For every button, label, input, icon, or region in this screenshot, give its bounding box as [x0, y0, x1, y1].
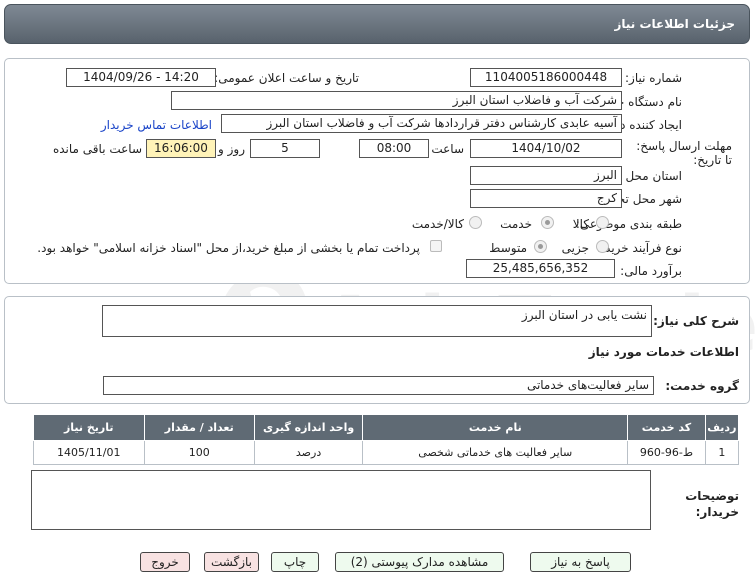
deadline-time-label: ساعت [431, 142, 464, 156]
purchase-medium-label: متوسط [489, 241, 527, 255]
need-number-field: 1104005186000448 [470, 68, 622, 87]
category-both-label: کالا/خدمت [411, 217, 464, 231]
cell-unit: درصد [253, 440, 364, 465]
description-textarea[interactable]: نشت یابی در استان البرز [102, 305, 652, 337]
reply-button[interactable]: پاسخ به نیاز [530, 552, 631, 572]
category-service-label: خدمت [500, 217, 532, 231]
description-label: شرح کلی نیاز: [653, 314, 739, 328]
purchase-medium-radio[interactable] [534, 240, 547, 253]
deadline-time-field: 08:00 [359, 139, 429, 158]
cell-date: 1405/11/01 [33, 440, 145, 465]
category-goods-radio[interactable] [596, 216, 609, 229]
print-button[interactable]: چاپ [271, 552, 319, 572]
col-unit: واحد اندازه گیری [253, 414, 364, 441]
col-row: ردیف [704, 414, 740, 441]
remaining-time-field: 16:06:00 [146, 139, 216, 158]
announce-date-field: 1404/09/26 - 14:20 [66, 68, 216, 87]
service-group-field: سایر فعالیت‌های خدماتی [103, 376, 654, 395]
col-name: نام خدمت [362, 414, 629, 441]
need-number-label: شماره نیاز: [625, 71, 682, 85]
cell-name: سایر فعالیت های خدماتی شخصی [362, 440, 629, 465]
days-label: روز و [218, 142, 245, 156]
buyer-notes-label: توضیحات خریدار: [685, 489, 739, 519]
page-header: جزئیات اطلاعات نیاز [4, 4, 750, 44]
category-both-radio[interactable] [469, 216, 482, 229]
city-field: کرج [470, 189, 622, 208]
services-table: ردیف کد خدمت نام خدمت واحد اندازه گیری ت… [33, 414, 740, 465]
page-title: جزئیات اطلاعات نیاز [614, 17, 735, 31]
service-group-label: گروه خدمت: [665, 379, 739, 393]
budget-label: برآورد مالی: [620, 264, 682, 278]
exit-button[interactable]: خروج [140, 552, 190, 572]
buyer-notes-textarea[interactable] [31, 470, 651, 530]
table-row: 1 ط-96-960 سایر فعالیت های خدماتی شخصی د… [33, 440, 740, 465]
buyer-field: شرکت آب و فاضلاب استان البرز [171, 91, 622, 110]
col-date: تاریخ نیاز [33, 414, 145, 441]
category-label: طبقه بندی موضوعی: [575, 217, 682, 231]
province-field: البرز [470, 166, 622, 185]
purchase-type-label: نوع فرآیند خرید : [597, 241, 682, 255]
back-button[interactable]: بازگشت [204, 552, 259, 572]
cell-row: 1 [704, 440, 740, 465]
cell-qty: 100 [143, 440, 255, 465]
buyer-contact-link[interactable]: اطلاعات تماس خریدار [101, 118, 212, 132]
col-code: کد خدمت [627, 414, 706, 441]
remaining-time-label: ساعت باقی مانده [52, 142, 142, 156]
category-service-radio[interactable] [541, 216, 554, 229]
services-section-title: اطلاعات خدمات مورد نیاز [588, 345, 739, 359]
budget-field: 25,485,656,352 [466, 259, 615, 278]
category-goods-label: کالا [572, 217, 589, 231]
table-header-row: ردیف کد خدمت نام خدمت واحد اندازه گیری ت… [33, 414, 740, 441]
purchase-minor-label: جزیی [561, 241, 589, 255]
cell-code: ط-96-960 [627, 440, 706, 465]
days-field: 5 [250, 139, 320, 158]
treasury-payment-checkbox[interactable] [430, 240, 442, 252]
purchase-minor-radio[interactable] [596, 240, 609, 253]
announce-date-label: تاریخ و ساعت اعلان عمومی: [214, 71, 359, 85]
creator-field: آسیه عابدی کارشناس دفتر قراردادها شرکت آ… [221, 114, 622, 133]
deadline-date-field: 1404/10/02 [470, 139, 622, 158]
treasury-payment-note: پرداخت تمام یا بخشی از مبلغ خرید،از محل … [37, 241, 420, 255]
view-attachments-button[interactable]: مشاهده مدارک پیوستی (2) [335, 552, 504, 572]
col-qty: تعداد / مقدار [143, 414, 255, 441]
deadline-label: مهلت ارسال پاسخ: تا تاریخ: [636, 139, 732, 167]
